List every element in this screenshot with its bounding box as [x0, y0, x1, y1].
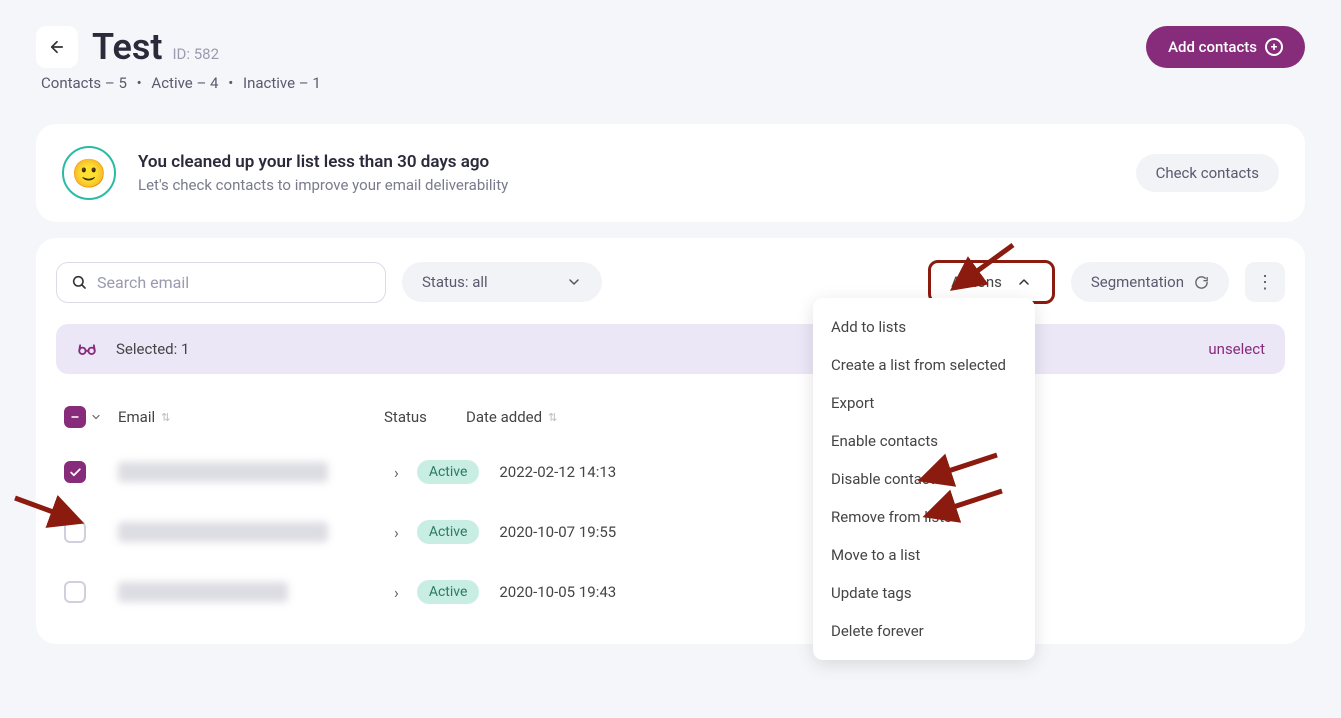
stats-inactive: Inactive – 1 — [243, 74, 321, 92]
select-all-checkbox[interactable] — [64, 406, 86, 428]
action-add-to-lists[interactable]: Add to lists — [813, 308, 1035, 346]
email-text — [118, 522, 328, 542]
chevron-up-icon — [1016, 274, 1032, 290]
actions-dropdown: Add to lists Create a list from selected… — [813, 298, 1035, 660]
page-title: Test — [92, 26, 162, 68]
status-select[interactable]: Status: all — [402, 262, 602, 302]
cleanup-banner: 🙂 You cleaned up your list less than 30 … — [36, 124, 1305, 222]
date-added: 2020-10-05 19:43 — [499, 583, 616, 601]
email-text — [118, 462, 328, 482]
search-field[interactable] — [56, 262, 386, 303]
date-added: 2020-10-07 19:55 — [499, 523, 616, 541]
segmentation-label: Segmentation — [1091, 273, 1184, 291]
segmentation-button[interactable]: Segmentation — [1071, 262, 1229, 302]
check-icon — [69, 466, 82, 479]
stats-row: Contacts – 5 • Active – 4 • Inactive – 1 — [38, 74, 1305, 92]
chevron-right-icon[interactable]: › — [394, 523, 399, 542]
sort-icon: ⇅ — [548, 411, 557, 424]
date-added: 2022-02-12 14:13 — [499, 463, 616, 481]
status-select-label: Status: all — [422, 273, 488, 291]
unselect-link[interactable]: unselect — [1208, 340, 1265, 358]
status-badge: Active — [417, 580, 480, 604]
actions-label: Actions — [951, 273, 1002, 291]
selection-count: Selected: 1 — [116, 340, 189, 358]
add-contacts-label: Add contacts — [1168, 38, 1257, 56]
refresh-icon — [1194, 275, 1209, 290]
column-email[interactable]: Email ⇅ — [118, 408, 384, 426]
back-button[interactable] — [36, 26, 78, 68]
action-update-tags[interactable]: Update tags — [813, 574, 1035, 612]
smiley-icon: 🙂 — [62, 146, 116, 200]
action-disable-contacts[interactable]: Disable contacts — [813, 460, 1035, 498]
status-badge: Active — [417, 460, 480, 484]
column-date[interactable]: Date added ⇅ — [466, 408, 666, 426]
table-row[interactable]: › Active 2022-02-12 14:13 — [56, 442, 1285, 502]
action-enable-contacts[interactable]: Enable contacts — [813, 422, 1035, 460]
toolbar: Status: all Actions Segmentation ⋮ — [56, 260, 1285, 304]
minus-icon — [69, 411, 81, 423]
action-create-list[interactable]: Create a list from selected — [813, 346, 1035, 384]
column-status[interactable]: Status — [384, 408, 466, 426]
arrow-left-icon — [48, 38, 66, 56]
glasses-icon — [76, 338, 98, 360]
search-input[interactable] — [97, 273, 371, 292]
more-button[interactable]: ⋮ — [1245, 262, 1285, 302]
banner-title: You cleaned up your list less than 30 da… — [138, 152, 508, 172]
chevron-right-icon[interactable]: › — [394, 583, 399, 602]
status-badge: Active — [417, 520, 480, 544]
table-header: Email ⇅ Status Date added ⇅ — [56, 392, 1285, 442]
row-checkbox[interactable] — [64, 521, 86, 543]
row-checkbox[interactable] — [64, 461, 86, 483]
page-id: ID: 582 — [172, 45, 219, 63]
stats-active: Active – 4 — [151, 74, 218, 92]
dots-vertical-icon: ⋮ — [1256, 272, 1274, 293]
chevron-right-icon[interactable]: › — [394, 463, 399, 482]
chevron-down-icon — [566, 274, 582, 290]
action-remove-from-lists[interactable]: Remove from lists — [813, 498, 1035, 536]
table-row[interactable]: › Active 2020-10-07 19:55 — [56, 502, 1285, 562]
search-icon — [71, 274, 87, 290]
sort-icon: ⇅ — [161, 411, 170, 424]
header: Test ID: 582 Add contacts + — [36, 26, 1305, 68]
row-checkbox[interactable] — [64, 581, 86, 603]
banner-subtitle: Let's check contacts to improve your ema… — [138, 176, 508, 194]
action-export[interactable]: Export — [813, 384, 1035, 422]
check-contacts-button[interactable]: Check contacts — [1136, 154, 1279, 192]
selection-bar: Selected: 1 unselect — [56, 324, 1285, 374]
email-text — [118, 582, 288, 602]
action-move-to-list[interactable]: Move to a list — [813, 536, 1035, 574]
content-card: Status: all Actions Segmentation ⋮ Selec… — [36, 238, 1305, 644]
add-contacts-button[interactable]: Add contacts + — [1146, 26, 1305, 68]
table-row[interactable]: › Active 2020-10-05 19:43 — [56, 562, 1285, 622]
action-delete-forever[interactable]: Delete forever — [813, 612, 1035, 650]
plus-icon: + — [1265, 38, 1283, 56]
chevron-down-icon[interactable] — [90, 411, 102, 423]
stats-contacts: Contacts – 5 — [41, 74, 127, 92]
